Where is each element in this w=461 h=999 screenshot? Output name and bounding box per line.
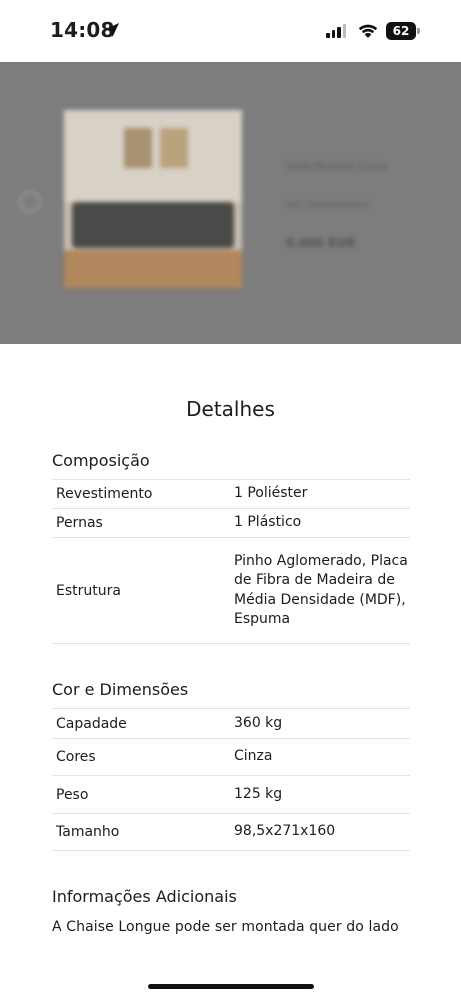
color-dimensions-table: Capadade 360 kg Cores Cinza Peso 125 kg …	[52, 708, 410, 851]
product-image	[64, 110, 242, 288]
additional-info-text: A Chaise Longue pode ser montada quer do…	[52, 919, 399, 935]
spec-label: Cores	[56, 749, 96, 765]
table-row: Tamanho 98,5x271x160	[52, 814, 410, 851]
battery-level: 62	[386, 22, 416, 40]
spec-label: Revestimento	[56, 486, 153, 502]
composition-title: Composição	[52, 451, 150, 470]
spec-label: Tamanho	[56, 824, 120, 840]
table-row: Estrutura Pinho Aglomerado, Placa de Fib…	[52, 538, 410, 644]
table-row: Capadade 360 kg	[52, 709, 410, 739]
details-title: Detalhes	[186, 397, 275, 421]
spec-value: 125 kg	[234, 785, 283, 802]
spec-value: 1 Poliéster	[234, 485, 308, 502]
location-arrow-icon	[105, 23, 119, 37]
product-price: 0.000 EUR	[286, 236, 356, 250]
table-row: Peso 125 kg	[52, 776, 410, 814]
spec-value: 98,5x271x160	[234, 823, 336, 840]
table-row: Revestimento 1 Poliéster	[52, 480, 410, 509]
composition-table: Revestimento 1 Poliéster Pernas 1 Plásti…	[52, 479, 410, 644]
select-radio[interactable]	[19, 191, 41, 213]
spec-value: 1 Plástico	[234, 514, 302, 531]
product-summary-overlay: Sofá Modelo Cinza Ref. 00000000000 0.000…	[0, 62, 461, 344]
table-row: Pernas 1 Plástico	[52, 509, 410, 538]
home-indicator[interactable]	[148, 984, 314, 989]
color-dimensions-title: Cor e Dimensões	[52, 680, 189, 699]
table-row: Cores Cinza	[52, 739, 410, 776]
spec-label: Pernas	[56, 515, 103, 531]
wifi-icon	[358, 24, 378, 38]
spec-label: Capadade	[56, 715, 127, 732]
spec-value: Pinho Aglomerado, Placa de Fibra de Made…	[234, 552, 408, 628]
spec-label: Peso	[56, 786, 89, 803]
status-bar: 14:08 62	[0, 0, 461, 62]
product-title: Sofá Modelo Cinza	[286, 160, 388, 173]
signal-icon	[326, 24, 346, 38]
spec-value: Cinza	[234, 748, 273, 765]
spec-label: Estrutura	[56, 582, 121, 599]
battery-icon: 62	[386, 22, 420, 40]
spec-value: 360 kg	[234, 714, 283, 731]
product-ref: Ref. 00000000000	[286, 201, 369, 211]
additional-info-title: Informações Adicionais	[52, 887, 237, 906]
